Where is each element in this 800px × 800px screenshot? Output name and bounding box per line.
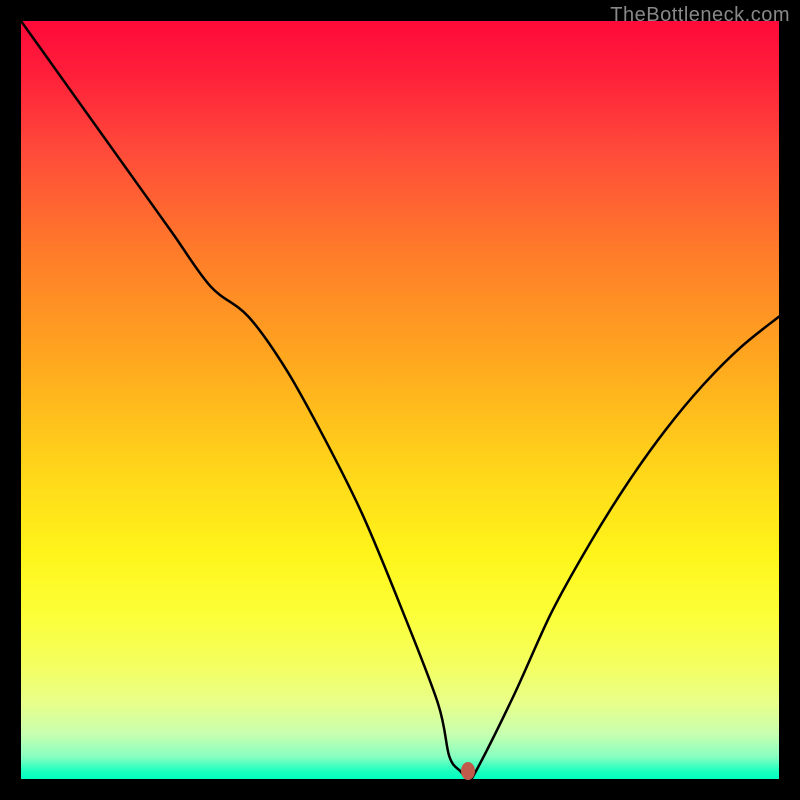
bottleneck-curve: [21, 21, 779, 779]
chart-frame: TheBottleneck.com: [0, 0, 800, 800]
watermark-text: TheBottleneck.com: [610, 4, 790, 27]
plot-area: [21, 21, 779, 779]
marker-dot: [461, 762, 475, 780]
